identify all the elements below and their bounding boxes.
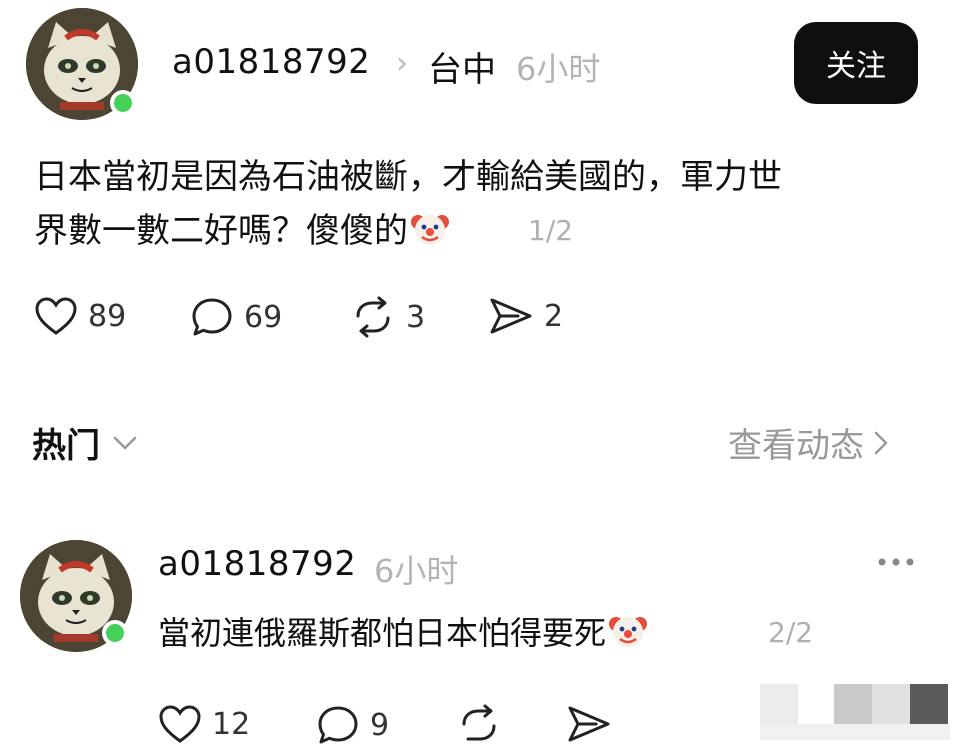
- comment-like-action[interactable]: 12: [158, 704, 250, 744]
- heart-icon: [159, 705, 201, 743]
- section-title: 热门: [32, 426, 100, 466]
- share-action[interactable]: 2: [488, 296, 563, 336]
- clown-face-emoji-icon: [411, 215, 449, 245]
- chevron-right-icon: ›: [396, 46, 408, 81]
- comment-reply-count: 9: [370, 707, 390, 743]
- comment-avatar[interactable]: [20, 540, 132, 652]
- online-status-dot: [110, 90, 136, 116]
- comment-username[interactable]: a01818792: [158, 544, 356, 584]
- post-text-line-2-content: 界數一數二好嗎？傻傻的: [34, 211, 408, 251]
- like-action[interactable]: 89: [34, 296, 126, 336]
- post-text-line-2: 界數一數二好嗎？傻傻的: [34, 204, 450, 258]
- comment-bubble-icon: [318, 706, 358, 744]
- comment-repost-action[interactable]: [456, 704, 502, 746]
- comment-count: 69: [244, 299, 283, 335]
- send-icon: [568, 706, 610, 742]
- repost-icon: [462, 704, 496, 741]
- online-status-dot: [102, 620, 128, 646]
- comment-reply-action[interactable]: 9: [316, 704, 389, 746]
- chevron-right-icon: [874, 431, 888, 454]
- comment-share-action[interactable]: [566, 704, 612, 744]
- post-location[interactable]: 台中: [428, 42, 496, 91]
- repost-icon: [356, 296, 390, 338]
- comment-bubble-icon: [192, 298, 232, 336]
- share-count: 2: [544, 298, 564, 334]
- avatar[interactable]: [26, 8, 138, 120]
- post-page-indicator: 1/2: [528, 214, 574, 247]
- follow-button[interactable]: 关注: [794, 22, 918, 104]
- sort-dropdown[interactable]: 热门: [32, 418, 138, 467]
- view-activity-link[interactable]: 查看动态: [728, 418, 890, 467]
- more-dots-icon[interactable]: [876, 552, 916, 576]
- post-username[interactable]: a01818792: [172, 42, 370, 82]
- clown-face-emoji-icon: [609, 617, 648, 647]
- view-activity-label: 查看动态: [728, 426, 864, 466]
- comment-page-indicator: 2/2: [768, 616, 814, 649]
- comment-text-content: 當初連俄羅斯都怕日本怕得要死: [158, 614, 607, 652]
- blurred-watermark: [760, 684, 950, 740]
- comment-action[interactable]: 69: [190, 296, 282, 338]
- comment-text: 當初連俄羅斯都怕日本怕得要死: [158, 608, 648, 654]
- heart-icon: [35, 297, 77, 335]
- repost-count: 3: [406, 299, 426, 335]
- post-text-line-1: 日本當初是因為石油被斷，才輸給美國的，軍力世: [34, 157, 782, 197]
- send-icon: [490, 298, 532, 334]
- chevron-down-icon: [113, 436, 137, 449]
- like-count: 89: [88, 298, 127, 334]
- comment-time: 6小时: [374, 552, 459, 590]
- post-time: 6小时: [516, 50, 601, 88]
- repost-action[interactable]: 3: [350, 296, 425, 338]
- comment-like-count: 12: [212, 706, 251, 742]
